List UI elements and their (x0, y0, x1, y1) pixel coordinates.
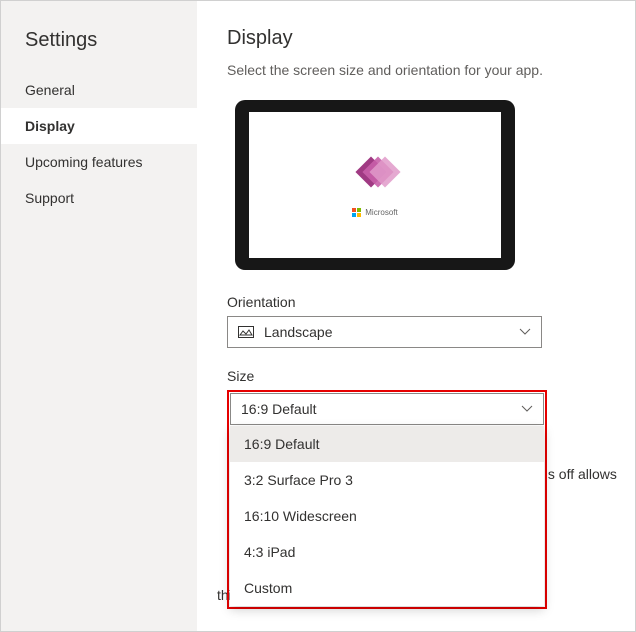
sidebar-item-general[interactable]: General (1, 72, 197, 108)
sidebar: Settings General Display Upcoming featur… (1, 1, 197, 631)
sidebar-item-label: General (25, 82, 75, 98)
page-subtitle: Select the screen size and orientation f… (227, 62, 605, 78)
size-value: 16:9 Default (241, 401, 317, 417)
orientation-label: Orientation (227, 294, 605, 310)
page-title: Display (227, 27, 605, 50)
sidebar-item-label: Support (25, 190, 74, 206)
powerapps-logo-icon (357, 154, 393, 190)
microsoft-label: Microsoft (365, 208, 397, 217)
sidebar-item-display[interactable]: Display (1, 108, 197, 144)
size-option-3-2-surface-pro-3[interactable]: 3:2 Surface Pro 3 (230, 462, 544, 498)
background-text: his off allows (537, 466, 617, 482)
landscape-icon (238, 326, 254, 338)
size-option-4-3-ipad[interactable]: 4:3 iPad (230, 534, 544, 570)
size-dropdown[interactable]: 16:9 Default (230, 393, 544, 425)
orientation-value: Landscape (264, 324, 333, 340)
sidebar-item-support[interactable]: Support (1, 180, 197, 216)
microsoft-tag: Microsoft (352, 208, 397, 217)
size-label: Size (227, 368, 605, 384)
option-label: 16:10 Widescreen (244, 508, 357, 524)
size-options-list: 16:9 Default 3:2 Surface Pro 3 16:10 Wid… (230, 426, 544, 606)
chevron-down-icon (521, 405, 533, 413)
microsoft-logo-icon (352, 208, 361, 217)
size-option-16-9-default[interactable]: 16:9 Default (230, 426, 544, 462)
sidebar-title: Settings (1, 19, 197, 72)
chevron-down-icon (519, 328, 531, 336)
option-label: 4:3 iPad (244, 544, 295, 560)
size-highlight-box: 16:9 Default 16:9 Default 3:2 Surface Pr… (227, 390, 547, 609)
orientation-dropdown[interactable]: Landscape (227, 316, 542, 348)
main-panel: Display Select the screen size and orien… (197, 1, 635, 631)
settings-window: Settings General Display Upcoming featur… (0, 0, 636, 632)
sidebar-item-label: Display (25, 118, 75, 134)
option-label: 3:2 Surface Pro 3 (244, 472, 353, 488)
device-screen: Microsoft (249, 112, 501, 258)
sidebar-item-label: Upcoming features (25, 154, 143, 170)
option-label: 16:9 Default (244, 436, 320, 452)
size-option-16-10-widescreen[interactable]: 16:10 Widescreen (230, 498, 544, 534)
size-option-custom[interactable]: Custom (230, 570, 544, 606)
device-preview: Microsoft (235, 100, 515, 270)
sidebar-item-upcoming-features[interactable]: Upcoming features (1, 144, 197, 180)
option-label: Custom (244, 580, 292, 596)
